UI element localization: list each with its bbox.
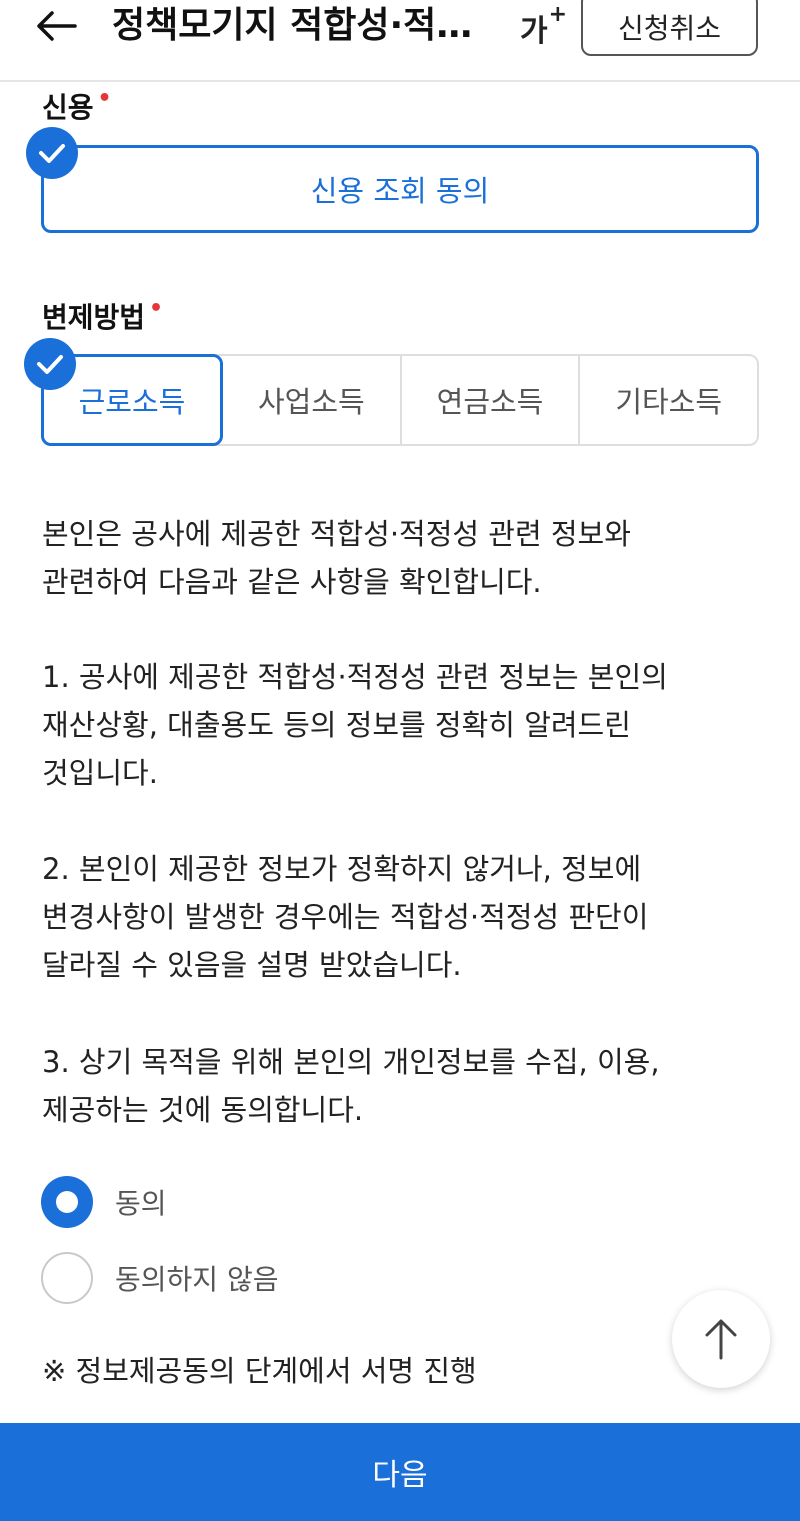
- repayment-section-label: 변제방법 •: [42, 296, 163, 336]
- required-marker: •: [149, 296, 164, 321]
- repayment-option-pension-income[interactable]: 연금소득: [401, 356, 581, 444]
- disagree-label: 동의하지 않음: [115, 1263, 279, 1296]
- repayment-option-business-income[interactable]: 사업소득: [223, 356, 402, 444]
- font-size-label: 가: [520, 14, 548, 49]
- agree-radio[interactable]: [41, 1176, 93, 1228]
- credit-label: 신용: [42, 91, 94, 124]
- agree-label: 동의: [115, 1187, 167, 1220]
- page-title: 정책모기지 적합성·적정성 확인: [112, 5, 482, 46]
- repayment-option-other-income[interactable]: 기타소득: [580, 356, 758, 444]
- required-marker: •: [97, 86, 112, 111]
- disagree-radio[interactable]: [41, 1252, 93, 1304]
- confirmation-intro: 본인은 공사에 제공한 적합성·적정성 관련 정보와 관련하여 다음과 같은 사…: [42, 517, 631, 599]
- confirmation-item-1: 1. 공사에 제공한 적합성·적정성 관련 정보는 본인의 재산상황, 대출용도…: [42, 660, 668, 790]
- repayment-method-selector: 근로소득 사업소득 연금소득 기타소득: [41, 354, 759, 446]
- next-button[interactable]: 다음: [0, 1423, 800, 1521]
- font-size-button[interactable]: 가 +: [520, 2, 567, 49]
- scroll-to-top-button[interactable]: [672, 1290, 770, 1388]
- repayment-label: 변제방법: [42, 301, 146, 334]
- credit-inquiry-consent-button[interactable]: 신용 조회 동의: [41, 145, 759, 233]
- check-icon: [39, 144, 65, 163]
- signature-note: ※ 정보제공동의 단계에서 서명 진행: [42, 1354, 477, 1388]
- agree-option[interactable]: 동의: [41, 1176, 167, 1228]
- check-icon: [37, 355, 63, 374]
- confirmation-item-2: 2. 본인이 제공한 정보가 정확하지 않거나, 정보에 변경사항이 발생한 경…: [42, 852, 649, 982]
- back-button[interactable]: [32, 6, 80, 46]
- credit-section-label: 신용 •: [42, 86, 112, 126]
- app-header: 정책모기지 적합성·적정성 확인 가+ 신청취소: [0, 0, 800, 82]
- credit-check-badge: [26, 127, 78, 179]
- repayment-check-badge: [24, 338, 76, 390]
- disagree-option[interactable]: 동의하지 않음: [41, 1252, 278, 1304]
- font-size-plus: +: [548, 2, 568, 27]
- arrow-left-icon: [37, 11, 77, 41]
- cancel-application-button[interactable]: 신청취소: [581, 0, 758, 56]
- arrow-up-icon: [705, 1319, 737, 1360]
- confirmation-item-3: 3. 상기 목적을 위해 본인의 개인정보를 수집, 이용, 제공하는 것에 동…: [42, 1045, 660, 1127]
